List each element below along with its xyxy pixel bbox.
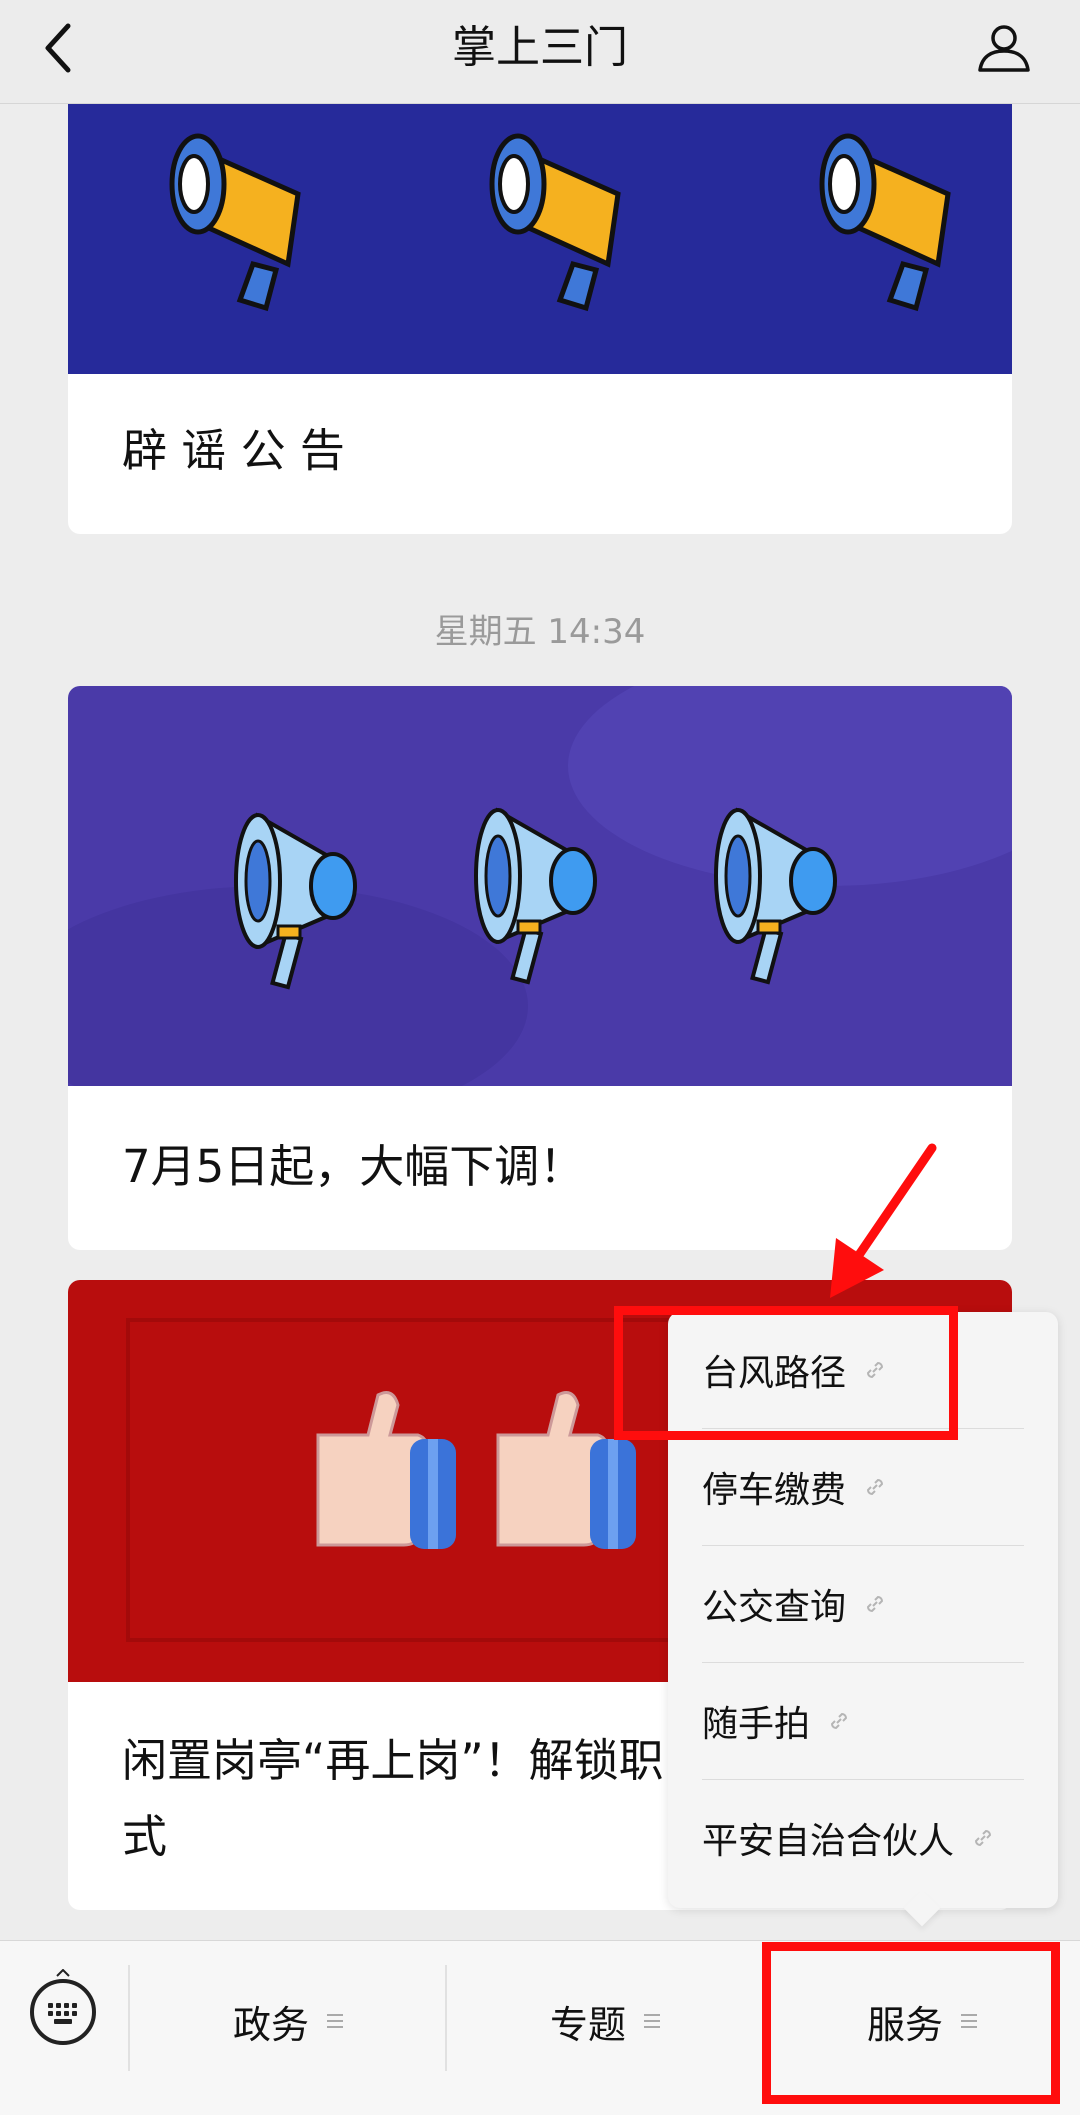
keyboard-toggle-icon[interactable] — [30, 1969, 96, 2045]
menu-tab-government[interactable]: 政务 — [130, 1941, 446, 2101]
megaphone-icons — [169, 133, 951, 312]
megaphone-icons — [68, 686, 1012, 1126]
keyboard-keys — [48, 2003, 78, 2024]
annotation-arrow-icon — [830, 1143, 937, 1298]
link-icon — [867, 1478, 884, 1496]
submenu-item-label: 停车缴费 — [702, 1470, 847, 1511]
submenu-item-parking-fee[interactable]: 停车缴费 — [702, 1429, 1024, 1545]
menu-tab-topics[interactable]: 专题 — [447, 1941, 763, 2101]
link-icon — [975, 1829, 992, 1847]
link-icon — [831, 1712, 848, 1730]
article-banner-image — [68, 686, 1012, 1126]
submenu-item-label: 公交查询 — [702, 1587, 847, 1628]
menu-tab-label: 专题 — [549, 2002, 626, 2047]
menu-lines-icon — [327, 2013, 343, 2029]
article-banner-image — [68, 104, 1012, 374]
article-card[interactable]: 辟 谣 公 告 — [68, 104, 1012, 534]
top-nav-bar: 掌上三门 — [0, 0, 1080, 104]
submenu-item-label: 随手拍 — [702, 1704, 811, 1745]
submenu-item-label: 平安自治合伙人 — [702, 1821, 955, 1862]
highlight-box-typhoon-path — [614, 1306, 958, 1440]
menu-lines-icon — [644, 2013, 660, 2029]
submenu-item-bus-query[interactable]: 公交查询 — [702, 1546, 1024, 1662]
page-title: 掌上三门 — [452, 22, 628, 73]
caret-up-icon — [56, 1969, 70, 1977]
article-title: 辟 谣 公 告 — [122, 424, 345, 477]
profile-icon[interactable] — [974, 18, 1034, 78]
timestamp: 星期五 14:34 — [434, 612, 646, 652]
submenu-item-snapshot[interactable]: 随手拍 — [702, 1663, 1024, 1779]
highlight-box-services-tab — [762, 1942, 1060, 2104]
menu-tab-label: 政务 — [232, 2002, 309, 2047]
link-icon — [867, 1595, 884, 1613]
submenu-item-safety-partner[interactable]: 平安自治合伙人 — [702, 1780, 1024, 1896]
